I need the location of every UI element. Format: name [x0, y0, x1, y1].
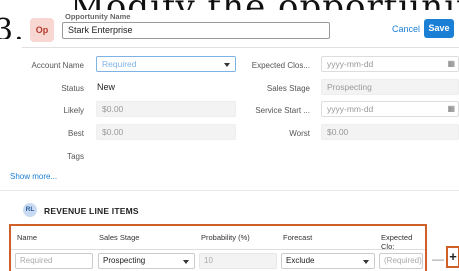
opportunity-name-input[interactable]: Stark Enterprise — [62, 22, 330, 39]
service-start-input[interactable]: yyyy-mm-dd ▦ — [321, 101, 459, 117]
account-name-select[interactable]: Required — [96, 56, 236, 72]
column-header-forecast: Forecast — [283, 233, 313, 242]
chevron-down-icon — [363, 260, 369, 264]
rli-grid: Name Sales Stage Probability (%) Forecas… — [9, 224, 427, 271]
tags-label: Tags — [67, 152, 84, 161]
sales-stage-label: Sales Stage — [266, 84, 310, 93]
likely-label: Likely — [63, 106, 84, 115]
record-header: Op Opportunity Name Stark Enterprise Can… — [22, 10, 459, 46]
expected-close-label: Expected Clos... — [251, 61, 310, 70]
service-start-label: Service Start ... — [255, 106, 310, 115]
service-start-placeholder: yyyy-mm-dd — [327, 104, 374, 114]
add-row-button[interactable]: + — [446, 246, 459, 268]
worst-input[interactable]: $0.00 — [321, 124, 459, 140]
best-label: Best — [67, 129, 84, 138]
worst-label: Worst — [289, 129, 310, 138]
calendar-icon[interactable]: ▦ — [447, 104, 455, 113]
status-label: Status — [61, 84, 84, 93]
opportunity-avatar: Op — [30, 18, 54, 42]
rli-badge: RL — [23, 203, 37, 217]
column-header-name: Name — [17, 233, 38, 242]
rli-probability-input[interactable]: 10 — [199, 253, 277, 269]
column-header-probability: Probability (%) — [201, 233, 250, 242]
cancel-button[interactable]: Cancel — [392, 24, 420, 34]
rli-sales-stage-select[interactable]: Prospecting — [98, 253, 195, 269]
best-input[interactable]: $0.00 — [96, 124, 236, 140]
chevron-down-icon — [183, 260, 189, 264]
show-more-link[interactable]: Show more... — [10, 172, 57, 181]
chevron-down-icon — [224, 63, 230, 67]
rli-name-input[interactable]: Required — [15, 253, 93, 269]
remove-row-button[interactable]: — — [432, 252, 444, 266]
rli-forecast-select[interactable]: Exclude — [281, 253, 375, 269]
calendar-icon[interactable]: ▦ — [447, 59, 455, 68]
header-divider — [22, 47, 459, 48]
instruction-line-2: 3. — [0, 13, 25, 39]
opportunity-name-label: Opportunity Name — [65, 12, 131, 21]
rli-expected-close-input[interactable]: (Required) y — [379, 253, 423, 269]
grid-header-divider — [11, 249, 425, 250]
rli-section-title: REVENUE LINE ITEMS — [44, 206, 139, 216]
account-name-label: Account Name — [31, 61, 84, 70]
status-value: New — [97, 82, 116, 92]
section-divider — [0, 190, 459, 191]
column-header-sales-stage: Sales Stage — [99, 233, 140, 242]
rli-forecast-value: Exclude — [286, 256, 315, 265]
sales-stage-field[interactable]: Prospecting — [321, 79, 459, 95]
rli-sales-stage-value: Prospecting — [103, 256, 146, 265]
save-button[interactable]: Save — [424, 19, 454, 38]
likely-input[interactable]: $0.00 — [96, 101, 236, 117]
expected-close-placeholder: yyyy-mm-dd — [327, 59, 374, 69]
account-name-placeholder: Required — [102, 59, 137, 69]
expected-close-input[interactable]: yyyy-mm-dd ▦ — [321, 56, 459, 72]
